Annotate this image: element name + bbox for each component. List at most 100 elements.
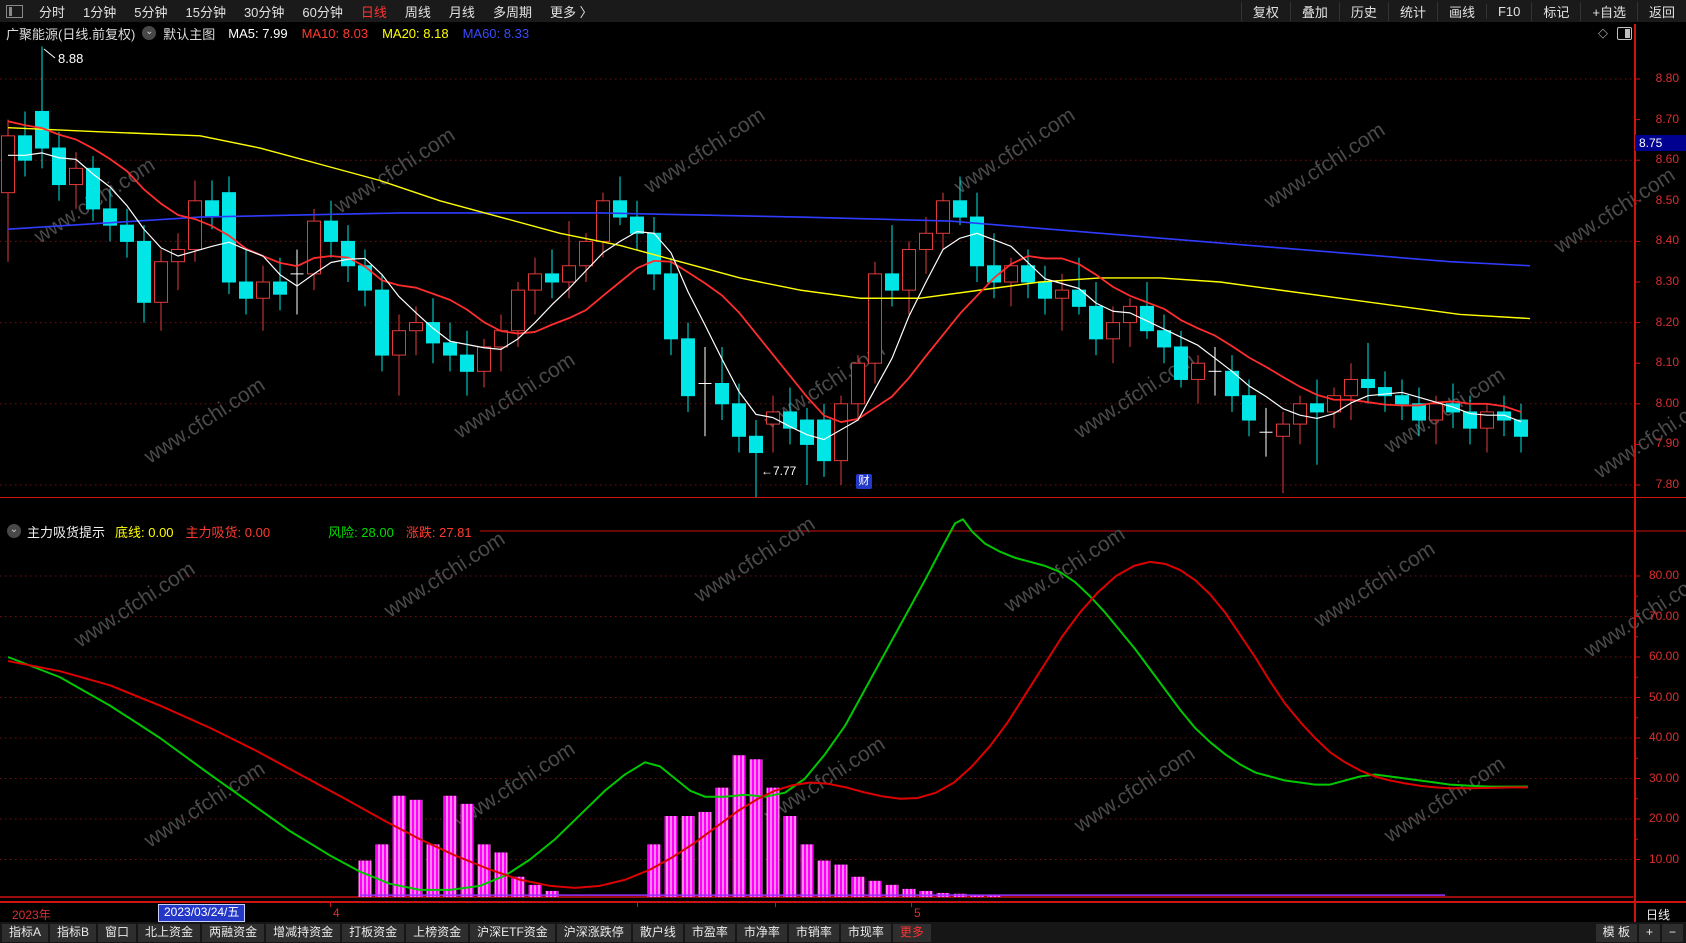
price-highlight-label: 8.75: [1635, 135, 1686, 152]
split-window-icon[interactable]: [1617, 26, 1632, 40]
date-tick: [911, 903, 912, 907]
price-axis-label: 8.00: [1655, 395, 1679, 410]
toolbar-item[interactable]: +: [1638, 924, 1660, 942]
period-tab[interactable]: 30分钟: [235, 5, 293, 20]
indicator-axis-label: 40.00: [1648, 730, 1679, 744]
svg-text:www.cfchi.com: www.cfchi.com: [139, 757, 269, 852]
candles: [1, 46, 1528, 497]
toolbar-item[interactable]: 北上资金: [138, 924, 201, 942]
low-annotation: ←7.77: [761, 464, 797, 478]
tool-button[interactable]: 标记: [1531, 1, 1580, 21]
year-label: 2023年: [12, 908, 51, 922]
svg-text:www.cfchi.com: www.cfchi.com: [69, 557, 199, 652]
toolbar-item[interactable]: 散户线: [632, 924, 683, 942]
period-tab[interactable]: 分时: [30, 5, 74, 20]
toolbar-item[interactable]: 市现率: [840, 924, 891, 942]
date-tick: [637, 903, 638, 907]
price-axis-label: 8.50: [1655, 192, 1679, 207]
toolbar-item[interactable]: 上榜资金: [406, 924, 469, 942]
toolbar-item[interactable]: 打板资金: [342, 924, 405, 942]
price-axis-label: 8.60: [1655, 152, 1679, 167]
toolbar-item[interactable]: 沪深涨跌停: [556, 924, 631, 942]
indicator-fields: 底线: 0.00 主力吸货: 0.00 风险: 28.00 涨跌: 27.81: [115, 522, 472, 541]
toolbar-item[interactable]: 增减持资金: [266, 924, 341, 942]
selected-date-label[interactable]: 2023/03/24/五: [158, 904, 246, 922]
svg-text:www.cfchi.com: www.cfchi.com: [639, 103, 769, 198]
indicator-axis-label: 70.00: [1648, 608, 1679, 623]
toolbar-item[interactable]: 市盈率: [684, 924, 735, 942]
top-right-tools: 复权 叠加 历史 统计 画线 F10 标记 +自选 返回: [1240, 0, 1686, 22]
chevron-down-icon[interactable]: ⌄: [7, 524, 21, 538]
toolbar-item[interactable]: −: [1661, 924, 1683, 942]
date-tick-label: 5: [914, 906, 921, 920]
indicator-field: 底线: 0.00: [115, 524, 174, 540]
indicator-axis-label: 20.00: [1648, 811, 1679, 825]
svg-text:www.cfchi.com: www.cfchi.com: [329, 123, 459, 218]
indicator-axis-label: 30.00: [1648, 770, 1679, 785]
indicator-gridlines: [0, 530, 1686, 898]
svg-text:www.cfchi.com: www.cfchi.com: [1379, 752, 1509, 847]
indicator-header: ⌄ 主力吸货提示 底线: 0.00 主力吸货: 0.00 风险: 28.00 涨跌: …: [0, 518, 480, 544]
chevron-down-icon[interactable]: ⌄: [142, 26, 157, 40]
tool-button[interactable]: F10: [1485, 3, 1531, 19]
toolbar-item[interactable]: 模 板: [1595, 924, 1637, 942]
tool-button[interactable]: 画线: [1436, 1, 1486, 21]
high-annotation: 8.88: [58, 51, 83, 66]
period-tab[interactable]: 月线: [440, 5, 484, 20]
svg-text:www.cfchi.com: www.cfchi.com: [949, 103, 1079, 198]
toolbar-item[interactable]: 市净率: [736, 924, 787, 942]
period-tab[interactable]: 1分钟: [74, 5, 125, 20]
axis-frame-line: [1634, 24, 1636, 922]
indicator-field: 主力吸货: 0.00: [185, 524, 271, 540]
indicator-axis-label: 50.00: [1648, 689, 1679, 704]
tool-button[interactable]: +自选: [1580, 1, 1637, 21]
symbol-title: 广聚能源(日线.前复权): [6, 26, 136, 42]
svg-text:www.cfchi.com: www.cfchi.com: [1309, 537, 1439, 632]
tool-button[interactable]: 历史: [1338, 1, 1388, 21]
period-tab[interactable]: 日线: [352, 5, 396, 20]
toolbar-item[interactable]: 指标B: [50, 924, 97, 942]
period-tab[interactable]: 15分钟: [176, 5, 234, 20]
ma-legend-item: MA5: 7.99: [228, 25, 288, 41]
main-chart-style-label[interactable]: 默认主图: [163, 24, 215, 43]
toolbar-item[interactable]: 更多: [892, 924, 931, 942]
indicator-axis-label: 10.00: [1648, 851, 1679, 866]
price-axis-label: 7.80: [1655, 477, 1679, 491]
period-tab[interactable]: 周线: [396, 5, 440, 20]
price-axis-label: 8.10: [1655, 355, 1679, 370]
news-badge[interactable]: 财: [856, 474, 872, 489]
top-menu-bar: 分时 1分钟 5分钟 15分钟 30分钟 60分钟 日线 周线 月线 多周期 更多 〉 复权 叠加 历史…: [0, 0, 1686, 22]
price-axis-label: 8.70: [1655, 111, 1679, 126]
date-tick-label: 4: [333, 906, 340, 920]
toolbar-item[interactable]: 窗口: [98, 924, 137, 942]
svg-text:www.cfchi.com: www.cfchi.com: [139, 373, 269, 468]
toolbar-item[interactable]: 沪深ETF资金: [470, 924, 555, 942]
indicator-panel[interactable]: www.cfchi.com www.cfchi.com www.cfchi.com w…: [0, 497, 1686, 902]
price-axis-label: 8.40: [1655, 233, 1679, 248]
toolbar-item[interactable]: 指标A: [2, 924, 49, 942]
tool-button[interactable]: 统计: [1387, 1, 1437, 21]
svg-text:www.cfchi.com: www.cfchi.com: [689, 512, 819, 607]
svg-text:www.cfchi.com: www.cfchi.com: [1069, 742, 1199, 837]
period-tab[interactable]: 多周期: [484, 5, 541, 20]
toolbar-item[interactable]: 市销率: [788, 924, 839, 942]
ma-legend-item: MA60: 8.33: [462, 25, 530, 41]
period-label: 日线: [1646, 908, 1671, 922]
title-row-icons: ◇: [1598, 25, 1632, 41]
tool-button[interactable]: 叠加: [1289, 1, 1339, 21]
candlestick-chart-panel[interactable]: www.cfchi.com www.cfchi.com www.cfchi.com w…: [0, 44, 1686, 497]
period-tab[interactable]: 60分钟: [293, 5, 351, 20]
diamond-icon[interactable]: ◇: [1598, 25, 1608, 41]
candlestick-chart[interactable]: www.cfchi.com www.cfchi.com www.cfchi.com w…: [0, 44, 1686, 497]
indicator-field: 风险: 28.00: [328, 524, 394, 540]
tool-button[interactable]: 复权: [1240, 1, 1290, 21]
period-tab[interactable]: 更多 〉: [541, 5, 602, 20]
window-layout-icon[interactable]: [6, 4, 23, 18]
tool-button[interactable]: 返回: [1636, 1, 1686, 21]
price-axis-label: 8.80: [1655, 71, 1679, 85]
indicator-chart[interactable]: www.cfchi.com www.cfchi.com www.cfchi.com w…: [0, 498, 1686, 902]
ma-legend-item: MA10: 8.03: [301, 25, 369, 41]
svg-text:www.cfchi.com: www.cfchi.com: [1259, 118, 1389, 213]
toolbar-item[interactable]: 两融资金: [202, 924, 265, 942]
period-tab[interactable]: 5分钟: [125, 5, 176, 20]
